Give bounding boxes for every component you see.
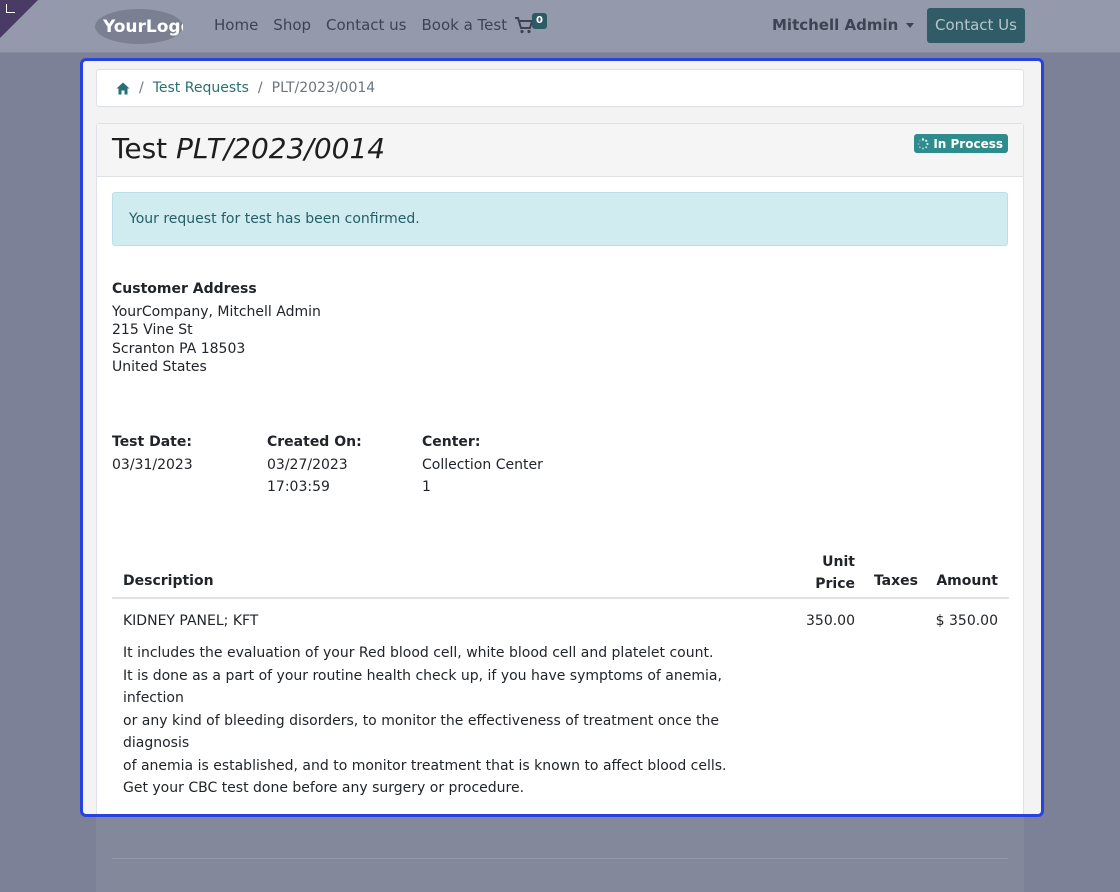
- nav-link-book-test[interactable]: Book a Test: [421, 16, 507, 34]
- test-request-card: Test PLT/2023/0014 In Process Your reque: [96, 123, 1024, 814]
- logo[interactable]: YourLogo: [95, 9, 183, 44]
- created-on-time: 17:03:59: [267, 479, 330, 495]
- customer-address-label: Customer Address: [112, 281, 257, 297]
- card-continuation: [96, 812, 1024, 892]
- address-line: United States: [112, 359, 207, 375]
- highlighted-portal-region: / Test Requests / PLT/2023/0014 Test PLT…: [80, 58, 1044, 817]
- center-label: Center:: [422, 434, 481, 450]
- breadcrumb-test-requests[interactable]: Test Requests: [153, 80, 249, 96]
- row-amount: $ 350.00: [935, 613, 998, 629]
- description-line: Get your CBC test done before any surger…: [123, 780, 525, 796]
- column-header-taxes: Taxes: [873, 573, 918, 589]
- customer-address: Customer Address YourCompany, Mitchell A…: [112, 280, 321, 377]
- test-date-value: 03/31/2023: [112, 456, 193, 473]
- confirmation-alert: Your request for test has been confirmed…: [112, 192, 1008, 246]
- column-header-amount: Amount: [936, 573, 998, 589]
- status-text: In Process: [933, 136, 1003, 151]
- breadcrumb-separator: /: [139, 80, 144, 96]
- test-lines-table: Description Unit Price Taxes Amount KIDN…: [112, 544, 1009, 796]
- title-reference: PLT/2023/0014: [176, 132, 386, 165]
- address-line: 215 Vine St: [112, 322, 193, 338]
- cart-icon[interactable]: [514, 16, 534, 34]
- breadcrumb: / Test Requests / PLT/2023/0014: [96, 69, 1024, 107]
- test-details: Test Date: 03/31/2023 Created On: 03/27/…: [112, 431, 577, 499]
- created-on-label: Created On:: [267, 434, 362, 450]
- top-navbar: YourLogo Home Shop Contact us Book a Tes…: [0, 0, 1120, 53]
- user-menu[interactable]: Mitchell Admin: [772, 16, 915, 34]
- description-line: or any kind of bleeding disorders, to mo…: [123, 712, 720, 729]
- spinner-icon: [917, 137, 929, 149]
- breadcrumb-current: PLT/2023/0014: [271, 80, 376, 96]
- description-line: It is done as a part of your routine hea…: [123, 667, 722, 707]
- unit-price-header-line2: Price: [815, 576, 855, 592]
- test-date-field: Test Date: 03/31/2023: [112, 431, 267, 499]
- user-name: Mitchell Admin: [772, 16, 899, 34]
- row-unit-price: 350.00: [806, 613, 855, 629]
- breadcrumb-separator: /: [257, 80, 263, 96]
- card-header: Test PLT/2023/0014 In Process: [97, 124, 1023, 177]
- address-line: Scranton PA 18503: [112, 340, 246, 357]
- column-header-unit-price: Unit Price: [815, 551, 855, 595]
- page-title: Test PLT/2023/0014: [112, 132, 385, 165]
- table-row: KIDNEY PANEL; KFT 350.00 $ 350.00: [112, 599, 1009, 644]
- divider: [112, 858, 1008, 859]
- description-line: of anemia is established, and to monitor…: [123, 757, 727, 774]
- created-on-field: Created On: 03/27/2023 17:03:59: [267, 431, 422, 499]
- card-body: Your request for test has been confirmed…: [97, 177, 1023, 814]
- test-description-text: It includes the evaluation of your Red b…: [123, 642, 783, 800]
- created-on-date: 03/27/2023: [267, 456, 348, 473]
- unit-price-header-line1: Unit: [822, 554, 855, 570]
- address-line: YourCompany, Mitchell Admin: [112, 303, 321, 320]
- corner-arrow-icon: [6, 4, 15, 13]
- center-field: Center: Collection Center 1: [422, 431, 577, 499]
- title-prefix: Test: [112, 132, 168, 165]
- main-nav: Home Shop Contact us Book a Test: [214, 16, 507, 34]
- nav-link-contact[interactable]: Contact us: [326, 16, 406, 34]
- contact-us-button[interactable]: Contact Us: [927, 8, 1025, 43]
- center-value-line1: Collection Center: [422, 456, 543, 473]
- center-value-line2: 1: [422, 479, 431, 495]
- description-line: It includes the evaluation of your Red b…: [123, 645, 714, 661]
- status-badge: In Process: [914, 134, 1008, 153]
- table-header: Description Unit Price Taxes Amount: [112, 544, 1009, 599]
- description-line: diagnosis: [123, 735, 190, 751]
- home-icon[interactable]: [116, 82, 130, 95]
- nav-link-shop[interactable]: Shop: [273, 16, 311, 34]
- logo-text: YourLogo: [102, 17, 183, 37]
- cart-count-badge: 0: [532, 13, 547, 29]
- row-description: KIDNEY PANEL; KFT: [123, 613, 259, 629]
- caret-down-icon: [906, 23, 915, 28]
- nav-link-home[interactable]: Home: [214, 16, 258, 34]
- test-date-label: Test Date:: [112, 434, 192, 450]
- column-header-description: Description: [123, 573, 214, 589]
